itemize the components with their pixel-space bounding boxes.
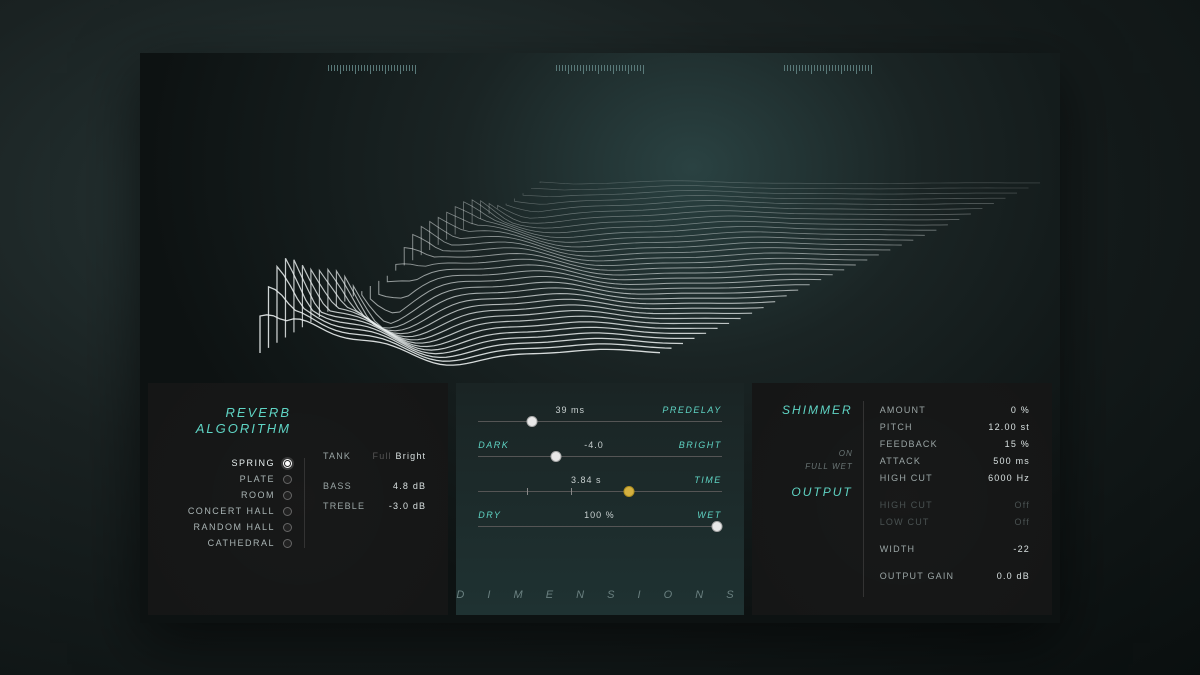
shimmer-high-cut[interactable]: HIGH CUT6000 Hz	[880, 473, 1030, 483]
predelay-slider[interactable]: 39 ms PREDELAY	[478, 405, 721, 422]
output-title: OUTPUT	[774, 485, 853, 499]
radio-icon	[283, 523, 292, 532]
algo-option-room[interactable]: ROOM	[170, 490, 292, 500]
shimmer-status-fullwet[interactable]: FULL WET	[774, 462, 853, 471]
radio-icon	[283, 475, 292, 484]
shimmer-attack[interactable]: ATTACK500 ms	[880, 456, 1030, 466]
radio-icon	[283, 491, 292, 500]
algo-option-spring[interactable]: SPRING	[170, 458, 292, 468]
top-tick-ruler	[140, 65, 1060, 74]
tone-slider[interactable]: DARK -4.0 BRIGHT	[478, 440, 721, 457]
algo-option-cathedral[interactable]: CATHEDRAL	[170, 538, 292, 548]
output-low-cut[interactable]: LOW CUTOff	[880, 517, 1030, 527]
reverb-algorithm-panel: REVERB ALGORITHM SPRING PLATE ROOM CONCERT …	[148, 383, 448, 615]
output-high-cut[interactable]: HIGH CUTOff	[880, 500, 1030, 510]
output-width[interactable]: WIDTH-22	[880, 544, 1030, 554]
algo-option-plate[interactable]: PLATE	[170, 474, 292, 484]
mix-slider[interactable]: DRY 100 % WET	[478, 510, 721, 527]
output-output-gain[interactable]: OUTPUT GAIN0.0 dB	[880, 571, 1030, 581]
radio-icon	[283, 539, 292, 548]
treble-param[interactable]: TREBLE -3.0 dB	[323, 501, 426, 511]
algorithm-params: TANK Full Bright BASS 4.8 dB TREBLE -3.0…	[305, 401, 426, 597]
reverb-algorithm-title: REVERB ALGORITHM	[170, 405, 305, 439]
algo-option-random-hall[interactable]: RANDOM HALL	[170, 522, 292, 532]
dimensions-panel: 39 ms PREDELAY DARK -4.0 BRIGHT 3.84 s T…	[456, 383, 743, 615]
shimmer-output-panel: SHIMMER ON FULL WET OUTPUT AMOUNT0 % PITC…	[752, 383, 1052, 615]
control-panels: REVERB ALGORITHM SPRING PLATE ROOM CONCERT …	[140, 383, 1060, 623]
brand-label: D I M E N S I O N S	[456, 589, 743, 601]
shimmer-status-on[interactable]: ON	[774, 449, 853, 458]
shimmer-title: SHIMMER	[774, 403, 853, 417]
tank-param[interactable]: TANK Full Bright	[323, 451, 426, 461]
shimmer-pitch[interactable]: PITCH12.00 st	[880, 422, 1030, 432]
shimmer-feedback[interactable]: FEEDBACK15 %	[880, 439, 1030, 449]
waterfall-visualization	[140, 73, 1060, 393]
radio-icon	[283, 507, 292, 516]
reverb-plugin-window: REVERB ALGORITHM SPRING PLATE ROOM CONCERT …	[140, 53, 1060, 623]
shimmer-amount[interactable]: AMOUNT0 %	[880, 405, 1030, 415]
radio-icon	[283, 459, 292, 468]
algo-option-concert-hall[interactable]: CONCERT HALL	[170, 506, 292, 516]
bass-param[interactable]: BASS 4.8 dB	[323, 481, 426, 491]
time-slider[interactable]: 3.84 s TIME	[478, 475, 721, 492]
